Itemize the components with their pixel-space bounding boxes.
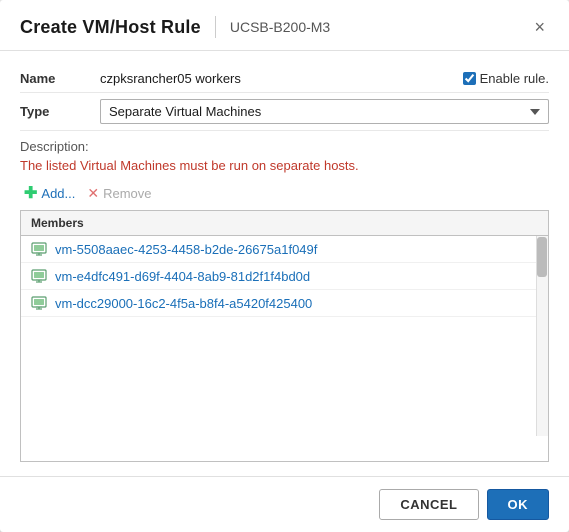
enable-rule-checkbox[interactable] [463, 72, 476, 85]
list-item[interactable]: vm-5508aaec-4253-4458-b2de-26675a1f049f [21, 236, 548, 263]
name-value: czpksrancher05 workers [100, 71, 453, 86]
enable-rule-text: Enable rule. [480, 71, 549, 86]
add-icon: ✚ [24, 186, 37, 202]
add-label: Add... [41, 186, 75, 201]
members-toolbar: ✚ Add... ✕ Remove [20, 183, 549, 204]
dialog-title: Create VM/Host Rule [20, 17, 201, 38]
member-name: vm-e4dfc491-d69f-4404-8ab9-81d2f1f4bd0d [55, 269, 310, 284]
description-label: Description: [20, 139, 549, 154]
list-item[interactable]: vm-e4dfc491-d69f-4404-8ab9-81d2f1f4bd0d [21, 263, 548, 290]
scrollbar-track[interactable] [536, 236, 548, 436]
enable-rule-label[interactable]: Enable rule. [463, 71, 549, 86]
vm-icon [31, 268, 47, 284]
type-row: Type Separate Virtual Machines Keep Virt… [20, 93, 549, 131]
member-name: vm-5508aaec-4253-4458-b2de-26675a1f049f [55, 242, 317, 257]
scrollbar-thumb[interactable] [537, 237, 547, 277]
members-table: Members vm-5508aaec-4253-4458-b2de-26675… [20, 210, 549, 462]
dialog-body: Name czpksrancher05 workers Enable rule.… [0, 51, 569, 476]
cancel-button[interactable]: CANCEL [379, 489, 478, 520]
vm-icon [31, 241, 47, 257]
close-button[interactable]: × [530, 16, 549, 38]
dialog-footer: CANCEL OK [0, 476, 569, 532]
vm-icon [31, 295, 47, 311]
member-name: vm-dcc29000-16c2-4f5a-b8f4-a5420f425400 [55, 296, 312, 311]
dialog-header: Create VM/Host Rule UCSB-B200-M3 × [0, 0, 569, 51]
ok-button[interactable]: OK [487, 489, 550, 520]
header-separator [215, 16, 216, 38]
type-select[interactable]: Separate Virtual Machines Keep Virtual M… [100, 99, 549, 124]
create-vm-host-rule-dialog: Create VM/Host Rule UCSB-B200-M3 × Name … [0, 0, 569, 532]
name-row: Name czpksrancher05 workers Enable rule. [20, 65, 549, 93]
remove-icon: ✕ [87, 185, 99, 202]
members-header: Members [21, 211, 548, 236]
dialog-subtitle: UCSB-B200-M3 [230, 19, 330, 35]
remove-label: Remove [103, 186, 151, 201]
remove-button[interactable]: ✕ Remove [83, 183, 155, 204]
add-button[interactable]: ✚ Add... [20, 184, 79, 204]
name-label: Name [20, 71, 100, 86]
list-item[interactable]: vm-dcc29000-16c2-4f5a-b8f4-a5420f425400 [21, 290, 548, 317]
description-text: The listed Virtual Machines must be run … [20, 158, 549, 173]
type-label: Type [20, 104, 100, 119]
members-list[interactable]: vm-5508aaec-4253-4458-b2de-26675a1f049f … [21, 236, 548, 436]
